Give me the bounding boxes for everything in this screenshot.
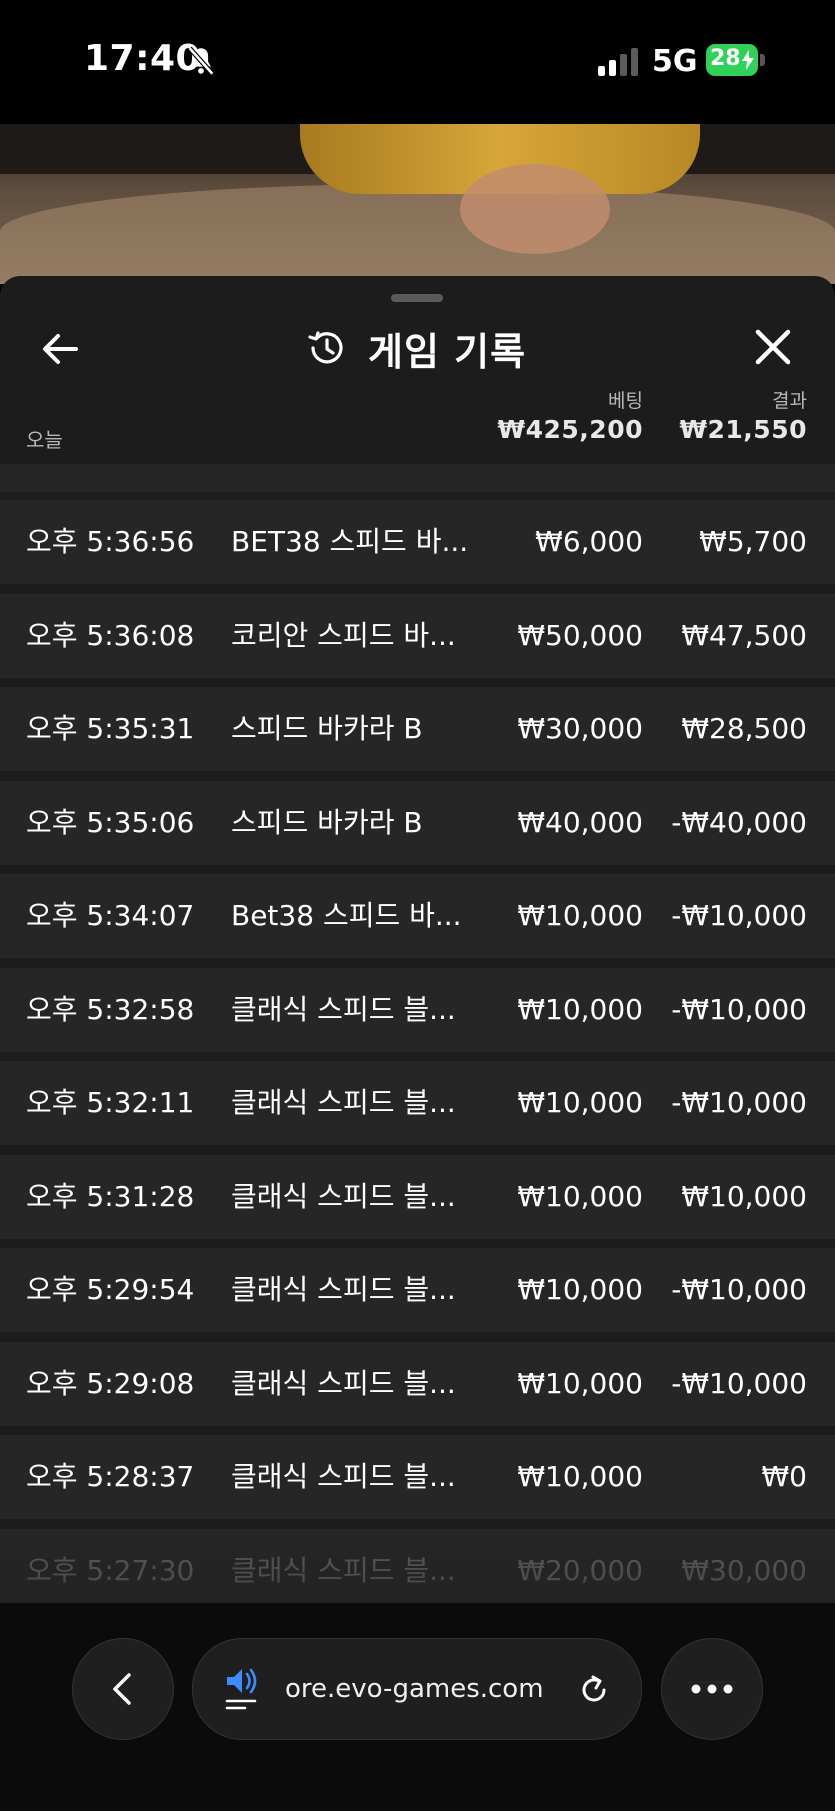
record-bet-amount: ₩10,000 — [517, 899, 643, 932]
more-button[interactable] — [661, 1638, 763, 1740]
sheet-grabber[interactable] — [391, 294, 443, 302]
bolt-icon — [742, 50, 754, 70]
bet-column-label: 베팅 — [608, 390, 643, 412]
record-time: 오후 5:34:07 — [26, 899, 195, 932]
record-game-name: 클래식 스피드 블... — [231, 1460, 456, 1493]
status-bar: 17:40 5G 28 — [0, 0, 835, 124]
record-time: 오후 5:29:54 — [26, 1273, 195, 1306]
summary-header: 오늘 베팅 ₩425,200 결과 ₩21,550 — [0, 386, 835, 458]
record-result-amount: ₩30,000 — [681, 1553, 807, 1587]
reload-icon[interactable] — [577, 1673, 611, 1707]
result-column-label: 결과 — [772, 390, 807, 412]
browser-toolbar: ore.evo-games.com — [0, 1603, 835, 1811]
history-row[interactable]: 오후 5:29:54 클래식 스피드 블... ₩10,000 -₩10,000 — [0, 1248, 835, 1332]
history-row[interactable]: 오후 5:31:28 클래식 스피드 블... ₩10,000 ₩10,000 — [0, 1154, 835, 1239]
record-bet-amount: ₩50,000 — [517, 618, 643, 652]
record-result-amount: -₩10,000 — [671, 1273, 807, 1306]
record-result-amount: ₩28,500 — [681, 712, 807, 745]
record-result-amount: ₩5,700 — [699, 525, 807, 558]
network-type: 5G — [652, 44, 698, 79]
record-game-name: 클래식 스피드 블... — [231, 1553, 456, 1587]
record-game-name: 클래식 스피드 블... — [231, 1273, 456, 1306]
record-game-name: 클래식 스피드 블... — [231, 1366, 456, 1400]
bet-summary: 베팅 ₩425,200 — [498, 386, 643, 444]
close-icon[interactable] — [748, 322, 798, 372]
record-time: 오후 5:31:28 — [26, 1179, 195, 1213]
record-time: 오후 5:35:31 — [26, 712, 195, 745]
record-result-amount: ₩10,000 — [681, 1179, 807, 1213]
url-text[interactable]: ore.evo-games.com — [285, 1639, 575, 1739]
record-result-amount: -₩10,000 — [671, 992, 807, 1026]
history-row[interactable]: 오후 5:34:07 Bet38 스피드 바... ₩10,000 -₩10,000 — [0, 874, 835, 958]
bell-slash-icon — [187, 46, 215, 76]
record-time: 오후 5:27:30 — [26, 1553, 195, 1587]
record-game-name: 클래식 스피드 블... — [231, 1179, 456, 1213]
history-row[interactable]: 오후 5:28:37 클래식 스피드 블... ₩10,000 ₩0 — [0, 1435, 835, 1519]
record-time: 오후 5:36:08 — [26, 618, 195, 652]
record-time: 오후 5:28:37 — [26, 1460, 195, 1493]
sound-icon[interactable] — [223, 1663, 263, 1713]
record-time: 오후 5:35:06 — [26, 805, 195, 839]
arrow-left-icon[interactable] — [36, 324, 86, 374]
record-game-name: Bet38 스피드 바... — [231, 899, 462, 932]
record-game-name: 스피드 바카라 B — [231, 805, 423, 839]
record-game-name: 클래식 스피드 블... — [231, 1086, 456, 1119]
record-bet-amount: ₩10,000 — [517, 1366, 643, 1400]
record-time: 오후 5:29:08 — [26, 1366, 195, 1400]
history-row[interactable]: 오후 5:35:31 스피드 바카라 B ₩30,000 ₩28,500 — [0, 687, 835, 771]
record-bet-amount: ₩10,000 — [517, 992, 643, 1026]
record-bet-amount: ₩10,000 — [517, 1273, 643, 1306]
record-bet-amount: ₩30,000 — [517, 712, 643, 745]
history-row[interactable]: 오후 5:32:11 클래식 스피드 블... ₩10,000 -₩10,000 — [0, 1061, 835, 1145]
record-bet-amount: ₩10,000 — [517, 1460, 643, 1493]
list-item-partial — [0, 464, 835, 492]
record-bet-amount: ₩10,000 — [517, 1179, 643, 1213]
record-time: 오후 5:32:58 — [26, 992, 195, 1026]
record-game-name: 스피드 바카라 B — [231, 712, 423, 745]
address-bar[interactable]: ore.evo-games.com — [192, 1638, 642, 1740]
more-icon — [691, 1684, 733, 1694]
live-video-stream — [0, 124, 835, 284]
signal-icon — [598, 48, 638, 76]
bet-total: ₩425,200 — [497, 415, 643, 444]
history-row[interactable]: 오후 5:36:08 코리안 스피드 바... ₩50,000 ₩47,500 — [0, 593, 835, 678]
record-game-name: 코리안 스피드 바... — [231, 618, 456, 652]
record-result-amount: -₩40,000 — [671, 805, 807, 839]
record-result-amount: -₩10,000 — [671, 1366, 807, 1400]
page-title: 게임 기록 — [368, 329, 527, 374]
sheet-header: 게임 기록 — [304, 318, 526, 378]
browser-back-button[interactable] — [72, 1638, 174, 1740]
record-bet-amount: ₩20,000 — [517, 1553, 643, 1587]
battery-icon: 28 — [706, 44, 766, 78]
game-history-sheet: 게임 기록 오늘 베팅 ₩425,200 결과 ₩21,550 오후 5:36:… — [0, 276, 835, 1603]
record-bet-amount: ₩40,000 — [517, 805, 643, 839]
record-bet-amount: ₩6,000 — [535, 525, 643, 558]
record-time: 오후 5:36:56 — [26, 525, 195, 558]
record-time: 오후 5:32:11 — [26, 1086, 195, 1119]
result-summary: 결과 ₩21,550 — [679, 386, 807, 444]
date-group-label: 오늘 — [26, 428, 63, 452]
record-result-amount: ₩47,500 — [681, 618, 807, 652]
record-result-amount: -₩10,000 — [671, 1086, 807, 1119]
history-list[interactable]: 오후 5:36:56 BET38 스피드 바... ₩6,000 ₩5,700 오후 5… — [0, 464, 835, 1603]
history-icon — [308, 331, 343, 364]
record-game-name: 클래식 스피드 블... — [231, 992, 456, 1026]
record-game-name: BET38 스피드 바... — [231, 525, 469, 558]
chevron-left-icon — [113, 1673, 131, 1705]
history-row[interactable]: 오후 5:27:30 클래식 스피드 블... ₩20,000 ₩30,000 — [0, 1528, 835, 1603]
history-row[interactable]: 오후 5:32:58 클래식 스피드 블... ₩10,000 -₩10,000 — [0, 967, 835, 1052]
history-row[interactable]: 오후 5:36:56 BET38 스피드 바... ₩6,000 ₩5,700 — [0, 500, 835, 584]
history-row[interactable]: 오후 5:29:08 클래식 스피드 블... ₩10,000 -₩10,000 — [0, 1341, 835, 1426]
history-row[interactable]: 오후 5:35:06 스피드 바카라 B ₩40,000 -₩40,000 — [0, 780, 835, 865]
result-total: ₩21,550 — [679, 415, 807, 444]
record-result-amount: ₩0 — [761, 1460, 808, 1493]
record-bet-amount: ₩10,000 — [517, 1086, 643, 1119]
record-result-amount: -₩10,000 — [671, 899, 807, 932]
